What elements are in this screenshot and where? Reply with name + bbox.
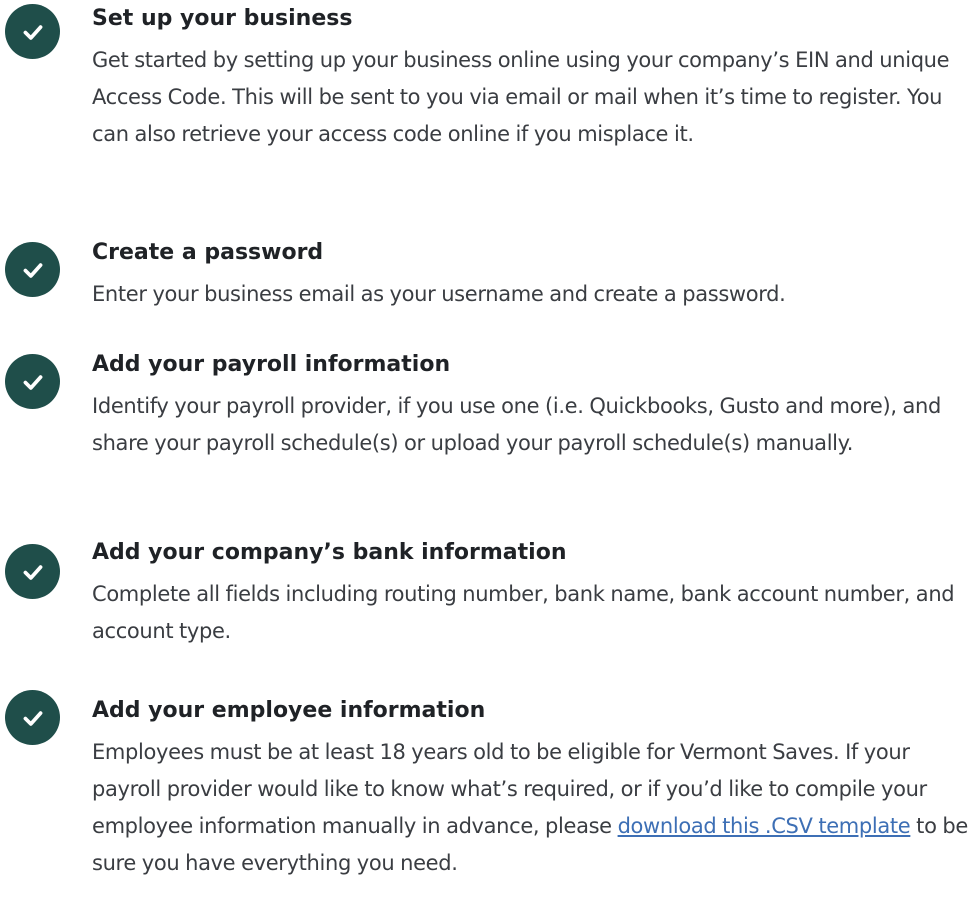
- step-title: Add your payroll information: [92, 352, 451, 377]
- step-description: Enter your business email as your userna…: [92, 282, 786, 306]
- step-title: Create a password: [92, 240, 324, 265]
- check-circle-icon: [5, 354, 60, 409]
- check-circle-icon: [5, 4, 60, 59]
- check-circle-icon: [5, 690, 60, 745]
- check-circle-icon: [5, 242, 60, 297]
- step-title: Add your company’s bank information: [92, 540, 567, 565]
- csv-template-download-link[interactable]: download this .CSV template: [618, 814, 911, 838]
- registration-steps-list: Set up your business Get started by sett…: [0, 0, 974, 922]
- step-title: Set up your business: [92, 6, 353, 31]
- check-circle-icon: [5, 544, 60, 599]
- step-description: Get started by setting up your business …: [92, 48, 950, 146]
- step-description: Identify your payroll provider, if you u…: [92, 394, 941, 455]
- step-description: Employees must be at least 18 years old …: [92, 734, 972, 882]
- step-title: Add your employee information: [92, 698, 486, 723]
- step-description: Complete all fields including routing nu…: [92, 582, 955, 643]
